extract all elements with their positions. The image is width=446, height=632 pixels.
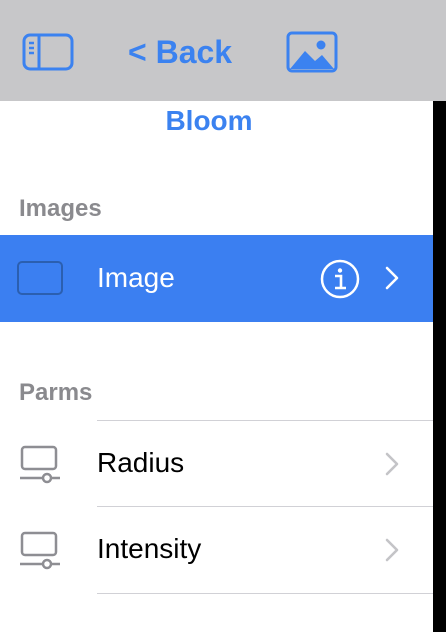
monitor-slider-icon bbox=[18, 531, 62, 571]
section-header-parms: Parms bbox=[19, 379, 93, 406]
back-button[interactable]: < Back bbox=[128, 30, 232, 74]
page-title: Bloom bbox=[165, 105, 253, 136]
list-item-radius[interactable]: Radius bbox=[0, 421, 433, 507]
divider bbox=[97, 593, 433, 594]
sidebar-panel: Bloom Images Image Parms Radius Intensit… bbox=[0, 101, 433, 632]
chevron-right-icon bbox=[384, 265, 400, 291]
chevron-right-icon bbox=[384, 537, 400, 563]
section-header-images: Images bbox=[19, 195, 102, 222]
toolbar: < Back bbox=[0, 0, 446, 101]
window-edge bbox=[433, 101, 446, 632]
list-item-label: Image bbox=[97, 262, 175, 293]
list-item-label: Radius bbox=[97, 447, 185, 478]
list-item-intensity[interactable]: Intensity bbox=[0, 507, 433, 593]
image-thumbnail-icon bbox=[17, 261, 63, 295]
sidebar-toggle-icon[interactable] bbox=[22, 33, 74, 71]
info-icon[interactable] bbox=[320, 259, 360, 299]
chevron-right-icon bbox=[384, 451, 400, 477]
photo-icon[interactable] bbox=[286, 31, 338, 73]
monitor-slider-icon bbox=[18, 445, 62, 485]
list-item-label: Intensity bbox=[97, 533, 202, 564]
list-item-image[interactable]: Image bbox=[0, 235, 433, 322]
